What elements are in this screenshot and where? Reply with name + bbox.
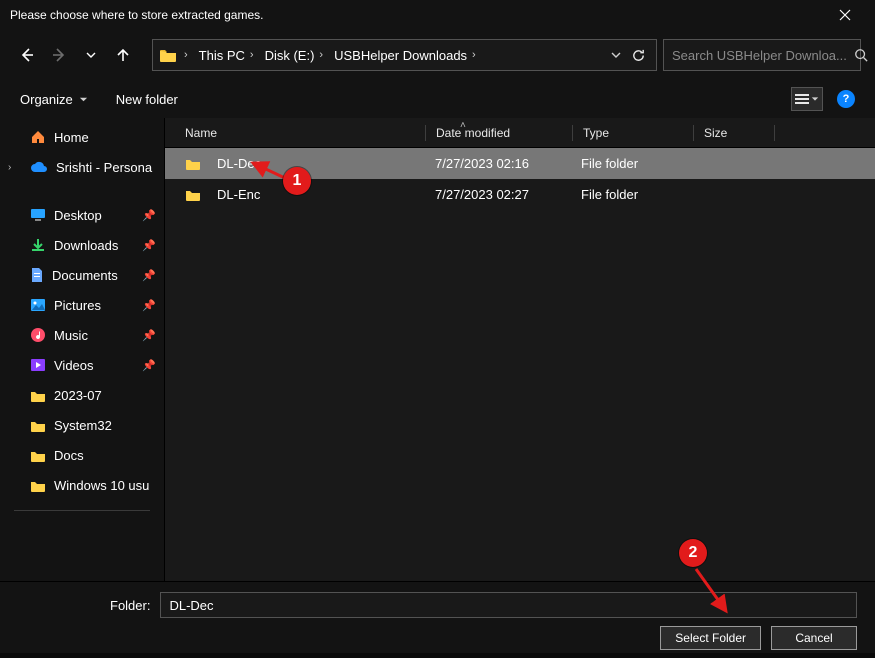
help-button[interactable]: ?: [837, 90, 855, 108]
sidebar-item-desktop[interactable]: Desktop 📌: [0, 200, 164, 230]
sidebar-item-documents[interactable]: Documents 📌: [0, 260, 164, 290]
forward-button[interactable]: [46, 42, 72, 68]
pin-icon: 📌: [142, 329, 156, 342]
address-box[interactable]: › This PC› Disk (E:)› USBHelper Download…: [152, 39, 657, 71]
sidebar-item-label: Srishti - Persona: [56, 160, 152, 175]
sidebar-item-folder[interactable]: Docs: [0, 440, 164, 470]
refresh-button[interactable]: [631, 48, 646, 63]
pin-icon: 📌: [142, 359, 156, 372]
crumb-sep-root[interactable]: ›: [177, 49, 195, 61]
sidebar-item-label: Documents: [52, 268, 118, 283]
cloud-icon: [30, 161, 48, 173]
sidebar-item-label: Home: [54, 130, 89, 145]
folder-icon: [30, 389, 46, 402]
sidebar-item-label: Downloads: [54, 238, 118, 253]
downloads-icon: [30, 237, 46, 253]
file-date: 7/27/2023 02:16: [435, 156, 529, 171]
address-bar: › This PC› Disk (E:)› USBHelper Download…: [0, 30, 875, 80]
recent-locations-button[interactable]: [78, 42, 104, 68]
folder-icon: [30, 479, 46, 492]
select-folder-button[interactable]: Select Folder: [660, 626, 761, 650]
search-box[interactable]: [663, 39, 861, 71]
music-icon: [30, 327, 46, 343]
annotation-marker-1: 1: [283, 167, 311, 195]
documents-icon: [30, 267, 44, 283]
home-icon: [30, 129, 46, 145]
crumb-label: Disk (E:): [265, 48, 315, 63]
crumb-label: USBHelper Downloads: [334, 48, 467, 63]
sidebar-item-pictures[interactable]: Pictures 📌: [0, 290, 164, 320]
folder-icon: [30, 419, 46, 432]
column-header-name[interactable]: Name: [165, 118, 425, 147]
folder-icon: [159, 48, 177, 62]
back-button[interactable]: [14, 42, 40, 68]
folder-field-label: Folder:: [110, 598, 150, 613]
annotation-arrow-2: [690, 565, 740, 620]
pin-icon: 📌: [142, 299, 156, 312]
pin-icon: 📌: [142, 239, 156, 252]
window-title: Please choose where to store extracted g…: [10, 8, 263, 22]
crumb-folder[interactable]: USBHelper Downloads›: [330, 48, 483, 63]
up-button[interactable]: [110, 42, 136, 68]
file-name: DL-Enc: [217, 187, 260, 202]
close-button[interactable]: [825, 0, 865, 30]
folder-icon: [30, 449, 46, 462]
sidebar-item-label: System32: [54, 418, 112, 433]
file-type: File folder: [581, 187, 638, 202]
folder-icon: [185, 157, 201, 170]
sidebar-item-downloads[interactable]: Downloads 📌: [0, 230, 164, 260]
bottom-bar: Folder: Select Folder Cancel: [0, 581, 875, 653]
sidebar-home[interactable]: Home: [0, 122, 164, 152]
new-folder-button[interactable]: New folder: [116, 92, 178, 107]
view-mode-button[interactable]: [791, 87, 823, 111]
annotation-marker-2: 2: [679, 539, 707, 567]
pictures-icon: [30, 298, 46, 312]
sidebar: Home › Srishti - Persona Desktop 📌 Downl…: [0, 118, 165, 581]
sidebar-item-label: Docs: [54, 448, 84, 463]
body: Home › Srishti - Persona Desktop 📌 Downl…: [0, 118, 875, 581]
sidebar-item-music[interactable]: Music 📌: [0, 320, 164, 350]
organize-menu[interactable]: Organize: [20, 92, 88, 107]
cancel-button[interactable]: Cancel: [771, 626, 857, 650]
organize-label: Organize: [20, 92, 73, 107]
sidebar-item-label: Music: [54, 328, 88, 343]
toolbar: Organize New folder ?: [0, 80, 875, 118]
search-input[interactable]: [672, 48, 848, 63]
crumb-drive[interactable]: Disk (E:)›: [261, 48, 331, 63]
sidebar-item-label: Windows 10 usu: [54, 478, 149, 493]
sidebar-item-folder[interactable]: System32: [0, 410, 164, 440]
sidebar-item-label: 2023-07: [54, 388, 102, 403]
folder-name-input[interactable]: [160, 592, 857, 618]
column-header-size[interactable]: Size: [694, 118, 774, 147]
crumb-label: This PC: [199, 48, 245, 63]
sidebar-item-folder[interactable]: Windows 10 usu: [0, 470, 164, 500]
file-date: 7/27/2023 02:27: [435, 187, 529, 202]
sidebar-item-label: Pictures: [54, 298, 101, 313]
sort-indicator-icon: ˄: [460, 120, 466, 131]
column-header-row: Name ˄ Date modified Type Size: [165, 118, 875, 148]
address-dropdown-button[interactable]: [611, 50, 621, 60]
sidebar-onedrive[interactable]: › Srishti - Persona: [0, 152, 164, 182]
sidebar-item-videos[interactable]: Videos 📌: [0, 350, 164, 380]
file-list: Name ˄ Date modified Type Size DL-Dec 7/…: [165, 118, 875, 581]
column-header-type[interactable]: Type: [573, 118, 693, 147]
title-bar: Please choose where to store extracted g…: [0, 0, 875, 30]
pin-icon: 📌: [142, 209, 156, 222]
folder-icon: [185, 188, 201, 201]
search-icon: [854, 48, 868, 62]
videos-icon: [30, 358, 46, 372]
sidebar-item-folder[interactable]: 2023-07: [0, 380, 164, 410]
crumb-this-pc[interactable]: This PC›: [195, 48, 261, 63]
chevron-right-icon[interactable]: ›: [8, 162, 11, 173]
column-header-date[interactable]: Date modified: [426, 118, 572, 147]
sidebar-item-label: Desktop: [54, 208, 102, 223]
desktop-icon: [30, 208, 46, 222]
column-divider[interactable]: [774, 125, 775, 141]
sidebar-divider: [14, 510, 150, 511]
file-type: File folder: [581, 156, 638, 171]
pin-icon: 📌: [142, 269, 156, 282]
sidebar-item-label: Videos: [54, 358, 94, 373]
